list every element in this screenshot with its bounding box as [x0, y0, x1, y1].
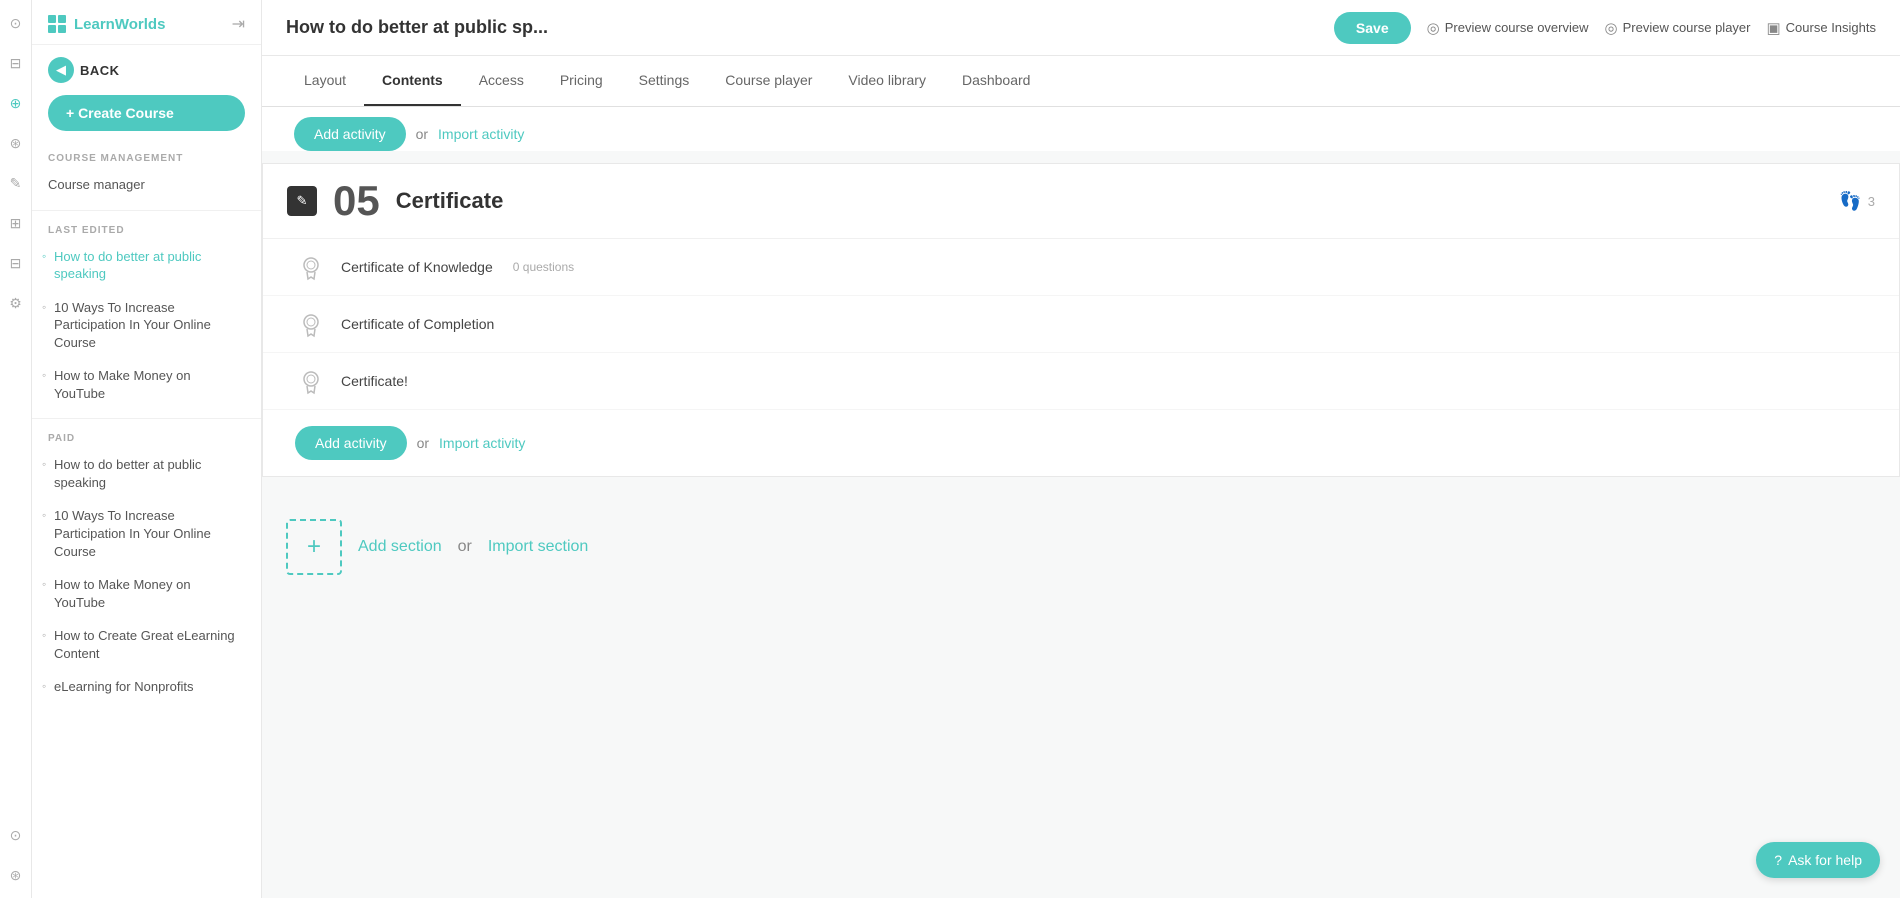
- tab-access[interactable]: Access: [461, 56, 542, 106]
- tab-dashboard[interactable]: Dashboard: [944, 56, 1049, 106]
- activity-meta-0: 0 questions: [513, 260, 574, 274]
- sidebar-item-last-edited-2[interactable]: How to Make Money on YouTube: [32, 359, 261, 410]
- top-add-activity-button[interactable]: Add activity: [294, 117, 406, 151]
- course-title: How to do better at public sp...: [286, 17, 1318, 38]
- section-certificate: ✎ 05 Certificate 👣 3 Certificate of: [262, 163, 1900, 477]
- or-text: or: [417, 435, 429, 451]
- logo-icon: [48, 15, 66, 33]
- sidebar-item-paid-1[interactable]: 10 Ways To Increase Participation In You…: [32, 499, 261, 568]
- tab-settings[interactable]: Settings: [621, 56, 708, 106]
- content-area: Add activity or Import activity ✎ 05 Cer…: [262, 107, 1900, 898]
- section-edit-icon[interactable]: ✎: [287, 186, 317, 216]
- activity-row-0: Certificate of Knowledge 0 questions: [263, 239, 1899, 296]
- add-section-icon[interactable]: +: [286, 519, 342, 575]
- add-section-or: or: [458, 538, 472, 556]
- sidebar-item-paid-2[interactable]: How to Make Money on YouTube: [32, 568, 261, 619]
- ask-help-icon: ?: [1774, 852, 1782, 868]
- sidebar-item-paid-4[interactable]: eLearning for Nonprofits: [32, 670, 261, 704]
- chart-icon[interactable]: ⊟: [5, 252, 27, 274]
- top-header: How to do better at public sp... Save ◎ …: [262, 0, 1900, 56]
- preview-player-label: Preview course player: [1623, 20, 1751, 35]
- top-import-activity-link[interactable]: Import activity: [438, 126, 524, 142]
- ask-help-label: Ask for help: [1788, 852, 1862, 868]
- tab-video-library[interactable]: Video library: [830, 56, 944, 106]
- activity-row-1: Certificate of Completion: [263, 296, 1899, 353]
- course-management-label: COURSE MANAGEMENT: [32, 147, 261, 168]
- sidebar-item-course-manager[interactable]: Course manager: [32, 168, 261, 202]
- nav-tabs: Layout Contents Access Pricing Settings …: [262, 56, 1900, 107]
- section-header: ✎ 05 Certificate 👣 3: [263, 164, 1899, 239]
- add-section-label[interactable]: Add section: [358, 538, 442, 556]
- top-add-row: Add activity or Import activity: [262, 107, 1900, 151]
- section-right: 👣 3: [1839, 191, 1875, 212]
- sidebar-item-last-edited-1[interactable]: 10 Ways To Increase Participation In You…: [32, 291, 261, 360]
- certificate-icon-0: [295, 251, 327, 283]
- preview-overview-label: Preview course overview: [1445, 20, 1589, 35]
- book-icon[interactable]: ⊞: [5, 212, 27, 234]
- add-activity-button[interactable]: Add activity: [295, 426, 407, 460]
- users-icon[interactable]: ⊛: [5, 132, 27, 154]
- home-icon[interactable]: ⊟: [5, 52, 27, 74]
- course-insights-icon: ▣: [1766, 19, 1780, 37]
- last-edited-label: LAST EDITED: [32, 219, 261, 240]
- section-number: 05: [333, 180, 380, 222]
- divider-2: [32, 418, 261, 419]
- export-icon[interactable]: ⇥: [232, 14, 245, 34]
- tab-layout[interactable]: Layout: [286, 56, 364, 106]
- import-section-link[interactable]: Import section: [488, 538, 588, 556]
- save-button[interactable]: Save: [1334, 12, 1411, 44]
- sidebar-header: LearnWorlds ⇥: [32, 0, 261, 45]
- activity-name-1: Certificate of Completion: [341, 316, 494, 332]
- back-circle-icon: ◀: [48, 57, 74, 83]
- activity-name-0: Certificate of Knowledge: [341, 259, 493, 275]
- preview-overview-action[interactable]: ◎ Preview course overview: [1427, 19, 1589, 37]
- settings2-icon[interactable]: ⊛: [5, 864, 27, 886]
- tab-course-player[interactable]: Course player: [707, 56, 830, 106]
- preview-player-icon: ◎: [1605, 19, 1618, 37]
- footprints-icon: 👣: [1839, 191, 1861, 212]
- brand-name: LearnWorlds: [74, 16, 165, 33]
- sidebar-item-paid-3[interactable]: How to Create Great eLearning Content: [32, 619, 261, 670]
- activity-row-2: Certificate!: [263, 353, 1899, 410]
- preview-player-action[interactable]: ◎ Preview course player: [1605, 19, 1751, 37]
- create-course-button[interactable]: + Create Course: [48, 95, 245, 131]
- paid-label: PAID: [32, 427, 261, 448]
- divider-1: [32, 210, 261, 211]
- activity-name-2: Certificate!: [341, 373, 408, 389]
- section-title: Certificate: [396, 188, 504, 214]
- footprints-count: 3: [1868, 194, 1875, 209]
- certificate-icon-1: [295, 308, 327, 340]
- globe-icon[interactable]: ⊕: [5, 92, 27, 114]
- icon-bar: ⊙ ⊟ ⊕ ⊛ ✎ ⊞ ⊟ ⚙ ⊙ ⊛: [0, 0, 32, 898]
- add-activity-row: Add activity or Import activity: [263, 410, 1899, 476]
- top-or-text: or: [416, 126, 428, 142]
- certificate-icon-2: [295, 365, 327, 397]
- preview-overview-icon: ◎: [1427, 19, 1440, 37]
- sidebar-item-last-edited-0[interactable]: How to do better at public speaking: [32, 240, 261, 291]
- pen-icon[interactable]: ✎: [5, 172, 27, 194]
- tab-contents[interactable]: Contents: [364, 56, 461, 106]
- profile-icon[interactable]: ⊙: [5, 12, 27, 34]
- gear-icon[interactable]: ⚙: [5, 292, 27, 314]
- back-button[interactable]: ◀ BACK: [48, 57, 245, 83]
- tab-pricing[interactable]: Pricing: [542, 56, 621, 106]
- back-label: BACK: [80, 63, 120, 78]
- chat-icon[interactable]: ⊙: [5, 824, 27, 846]
- ask-help-button[interactable]: ? Ask for help: [1756, 842, 1880, 878]
- sidebar: LearnWorlds ⇥ ◀ BACK + Create Course COU…: [32, 0, 262, 898]
- course-insights-action[interactable]: ▣ Course Insights: [1766, 19, 1876, 37]
- main-content: How to do better at public sp... Save ◎ …: [262, 0, 1900, 898]
- course-insights-label: Course Insights: [1786, 20, 1876, 35]
- import-activity-link[interactable]: Import activity: [439, 435, 525, 451]
- add-section-block: + Add section or Import section: [262, 489, 1900, 605]
- sidebar-item-paid-0[interactable]: How to do better at public speaking: [32, 448, 261, 499]
